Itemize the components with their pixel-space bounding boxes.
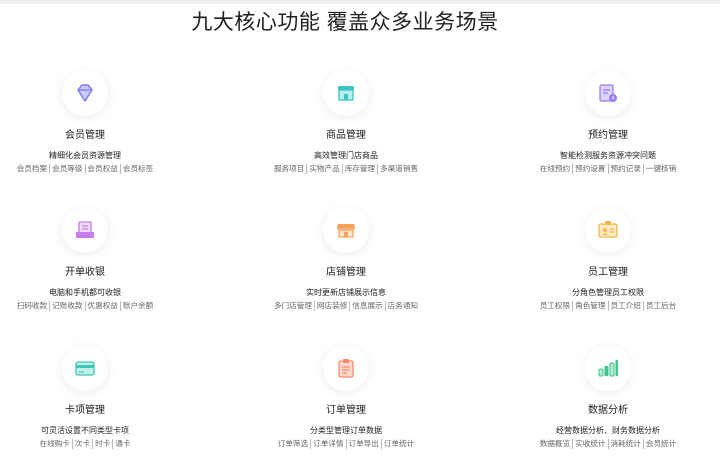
feature-tags: 数据概览 实收统计 消耗统计 会员统计: [488, 439, 720, 449]
feature-tag[interactable]: 店务通知: [384, 301, 420, 311]
shop-icon: [338, 86, 354, 101]
icon-badge: [62, 207, 108, 253]
feature-tag[interactable]: 在线预约: [538, 164, 572, 174]
feature-tag[interactable]: 员工后台: [642, 301, 678, 311]
feature-tag[interactable]: 订单详情: [310, 439, 345, 449]
feature-name: 店铺管理: [326, 267, 366, 278]
feature-name: 开单收银: [65, 267, 105, 278]
feature-tag[interactable]: 员工权限: [538, 301, 572, 311]
feature-name: 订单管理: [326, 405, 366, 416]
feature-tags: 扫码收款 记账收款 优惠权益 账户余额: [0, 301, 205, 311]
icon-badge: [585, 345, 631, 391]
feature-tag[interactable]: 多门店管理: [272, 301, 314, 311]
bar-chart-icon: [598, 360, 618, 377]
feature-tag[interactable]: 在线购卡: [38, 439, 72, 449]
feature-card-cards[interactable]: 卡项管理 可灵活设置不同类型卡项 在线购卡 次卡 时卡 通卡: [0, 345, 205, 449]
feature-grid: 会员管理 精细化会员资源管理 会员档案 会员等级 会员权益 会员标签 商品管理 高效管…: [0, 0, 720, 466]
feature-tag[interactable]: 消耗统计: [607, 439, 643, 449]
feature-tag[interactable]: 时卡: [92, 439, 112, 449]
icon-badge: [323, 345, 369, 391]
feature-tags: 服务项目 实物产品 库存管理 多渠道销售: [226, 164, 466, 174]
icon-badge: [62, 345, 108, 391]
feature-card-booking[interactable]: 预约管理 智能检测服务资源冲突问题 在线预约 预约设置 预约记录 一键核销: [488, 70, 720, 174]
feature-tag[interactable]: 会员档案: [15, 164, 49, 174]
storefront-icon: [336, 224, 356, 238]
feature-tags: 在线预约 预约设置 预约记录 一键核销: [488, 164, 720, 174]
feature-tag[interactable]: 员工介绍: [607, 301, 643, 311]
feature-tag[interactable]: 会员权益: [84, 164, 120, 174]
feature-tags: 会员档案 会员等级 会员权益 会员标签: [0, 164, 205, 174]
feature-desc: 精细化会员资源管理: [49, 151, 121, 160]
clipboard-icon: [338, 359, 354, 378]
feature-tag[interactable]: 预约设置: [572, 164, 607, 174]
feature-tag[interactable]: 订单筛选: [276, 439, 310, 449]
feature-name: 卡项管理: [65, 405, 105, 416]
feature-name: 商品管理: [326, 130, 366, 141]
feature-tag[interactable]: 预约记录: [607, 164, 643, 174]
feature-tag[interactable]: 会员标签: [119, 164, 155, 174]
id-card-icon: [598, 221, 618, 238]
icon-badge: [585, 207, 631, 253]
feature-tag[interactable]: 角色管理: [572, 301, 607, 311]
feature-desc: 实时更新店铺展示信息: [306, 288, 386, 297]
feature-tag[interactable]: 会员等级: [49, 164, 84, 174]
feature-desc: 可灵活设置不同类型卡项: [41, 426, 129, 435]
card-icon: [75, 361, 95, 376]
diamond-icon: [77, 84, 93, 102]
calendar-clock-icon: [599, 84, 617, 102]
feature-card-checkout[interactable]: 开单收银 电脑和手机都可收银 扫码收款 记账收款 优惠权益 账户余额: [0, 207, 205, 311]
feature-tag[interactable]: 订单导出: [345, 439, 381, 449]
icon-badge: [323, 70, 369, 116]
feature-tag[interactable]: 多渠道销售: [377, 164, 420, 174]
feature-desc: 电脑和手机都可收银: [49, 288, 121, 297]
feature-tag[interactable]: 订单统计: [380, 439, 416, 449]
feature-tag[interactable]: 扫码收款: [15, 301, 49, 311]
feature-desc: 高效管理门店商品: [314, 151, 378, 160]
feature-tag[interactable]: 实物产品: [306, 164, 341, 174]
feature-name: 预约管理: [588, 130, 628, 141]
feature-card-store[interactable]: 店铺管理 实时更新店铺展示信息 多门店管理 网店装修 信息展示 店务通知: [226, 207, 466, 311]
feature-desc: 经营数据分析、财务数据分析: [556, 426, 660, 435]
feature-card-analytics[interactable]: 数据分析 经营数据分析、财务数据分析 数据概览 实收统计 消耗统计 会员统计: [488, 345, 720, 449]
feature-card-staff[interactable]: 员工管理 分角色管理员工权限 员工权限 角色管理 员工介绍 员工后台: [488, 207, 720, 311]
feature-tag[interactable]: 信息展示: [349, 301, 384, 311]
feature-tag[interactable]: 库存管理: [341, 164, 377, 174]
feature-name: 数据分析: [588, 405, 628, 416]
feature-tag[interactable]: 记账收款: [49, 301, 84, 311]
feature-tag[interactable]: 服务项目: [272, 164, 306, 174]
icon-badge: [585, 70, 631, 116]
feature-tag[interactable]: 通卡: [112, 439, 132, 449]
feature-tag[interactable]: 一键核销: [642, 164, 678, 174]
feature-tag[interactable]: 网店装修: [313, 301, 349, 311]
feature-card-orders[interactable]: 订单管理 分类型管理订单数据 订单筛选 订单详情 订单导出 订单统计: [226, 345, 466, 449]
feature-desc: 分角色管理员工权限: [572, 288, 644, 297]
feature-card-member[interactable]: 会员管理 精细化会员资源管理 会员档案 会员等级 会员权益 会员标签: [0, 70, 205, 174]
feature-tag[interactable]: 数据概览: [538, 439, 572, 449]
icon-badge: [62, 70, 108, 116]
feature-tag[interactable]: 会员统计: [642, 439, 678, 449]
feature-tags: 多门店管理 网店装修 信息展示 店务通知: [226, 301, 466, 311]
feature-name: 会员管理: [65, 130, 105, 141]
receipt-icon: [76, 221, 94, 238]
feature-card-product[interactable]: 商品管理 高效管理门店商品 服务项目 实物产品 库存管理 多渠道销售: [226, 70, 466, 174]
feature-tag[interactable]: 次卡: [71, 439, 92, 449]
feature-tags: 员工权限 角色管理 员工介绍 员工后台: [488, 301, 720, 311]
icon-badge: [323, 207, 369, 253]
feature-tags: 在线购卡 次卡 时卡 通卡: [0, 439, 205, 449]
feature-tag[interactable]: 账户余额: [119, 301, 155, 311]
feature-tag[interactable]: 实收统计: [572, 439, 607, 449]
feature-name: 员工管理: [588, 267, 628, 278]
feature-tag[interactable]: 优惠权益: [84, 301, 120, 311]
feature-desc: 智能检测服务资源冲突问题: [560, 151, 656, 160]
feature-tags: 订单筛选 订单详情 订单导出 订单统计: [226, 439, 466, 449]
feature-desc: 分类型管理订单数据: [310, 426, 382, 435]
